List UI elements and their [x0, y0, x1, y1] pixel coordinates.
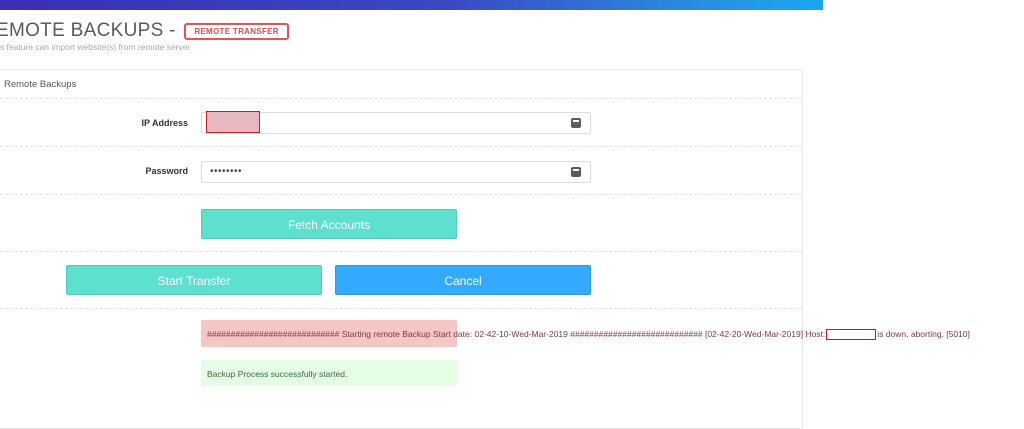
ip-address-input[interactable]: [201, 111, 591, 134]
log-message: ############################ Starting re…: [207, 329, 970, 341]
top-gradient-bar: [0, 0, 823, 10]
divider: [0, 146, 802, 147]
log-message-start: ############################ Starting re…: [207, 329, 826, 339]
page-title-text: EMOTE BACKUPS -: [0, 20, 176, 41]
ip-address-label: IP Address: [141, 118, 188, 128]
redacted-host: [826, 329, 877, 341]
divider: [0, 251, 802, 252]
divider: [0, 194, 802, 195]
fetch-accounts-button[interactable]: Fetch Accounts: [201, 209, 457, 239]
start-transfer-button[interactable]: Start Transfer: [66, 265, 322, 295]
remote-transfer-badge: REMOTE TRANSFER: [184, 22, 289, 40]
cancel-button[interactable]: Cancel: [335, 265, 591, 295]
success-message: Backup Process successfully started.: [207, 369, 348, 379]
redacted-ip-value: [206, 111, 260, 133]
password-label: Password: [145, 166, 188, 176]
password-value: ••••••••: [210, 166, 243, 177]
keyboard-icon[interactable]: [571, 167, 581, 177]
card-header: Remote Backups: [4, 79, 77, 90]
log-message-end: is down, aborting. [5010]: [877, 329, 970, 339]
page-subtitle: is feature can import website(s) from re…: [0, 42, 191, 52]
password-input[interactable]: ••••••••: [201, 161, 591, 183]
divider: [0, 308, 802, 309]
divider: [0, 98, 802, 99]
keyboard-icon[interactable]: [571, 118, 581, 128]
